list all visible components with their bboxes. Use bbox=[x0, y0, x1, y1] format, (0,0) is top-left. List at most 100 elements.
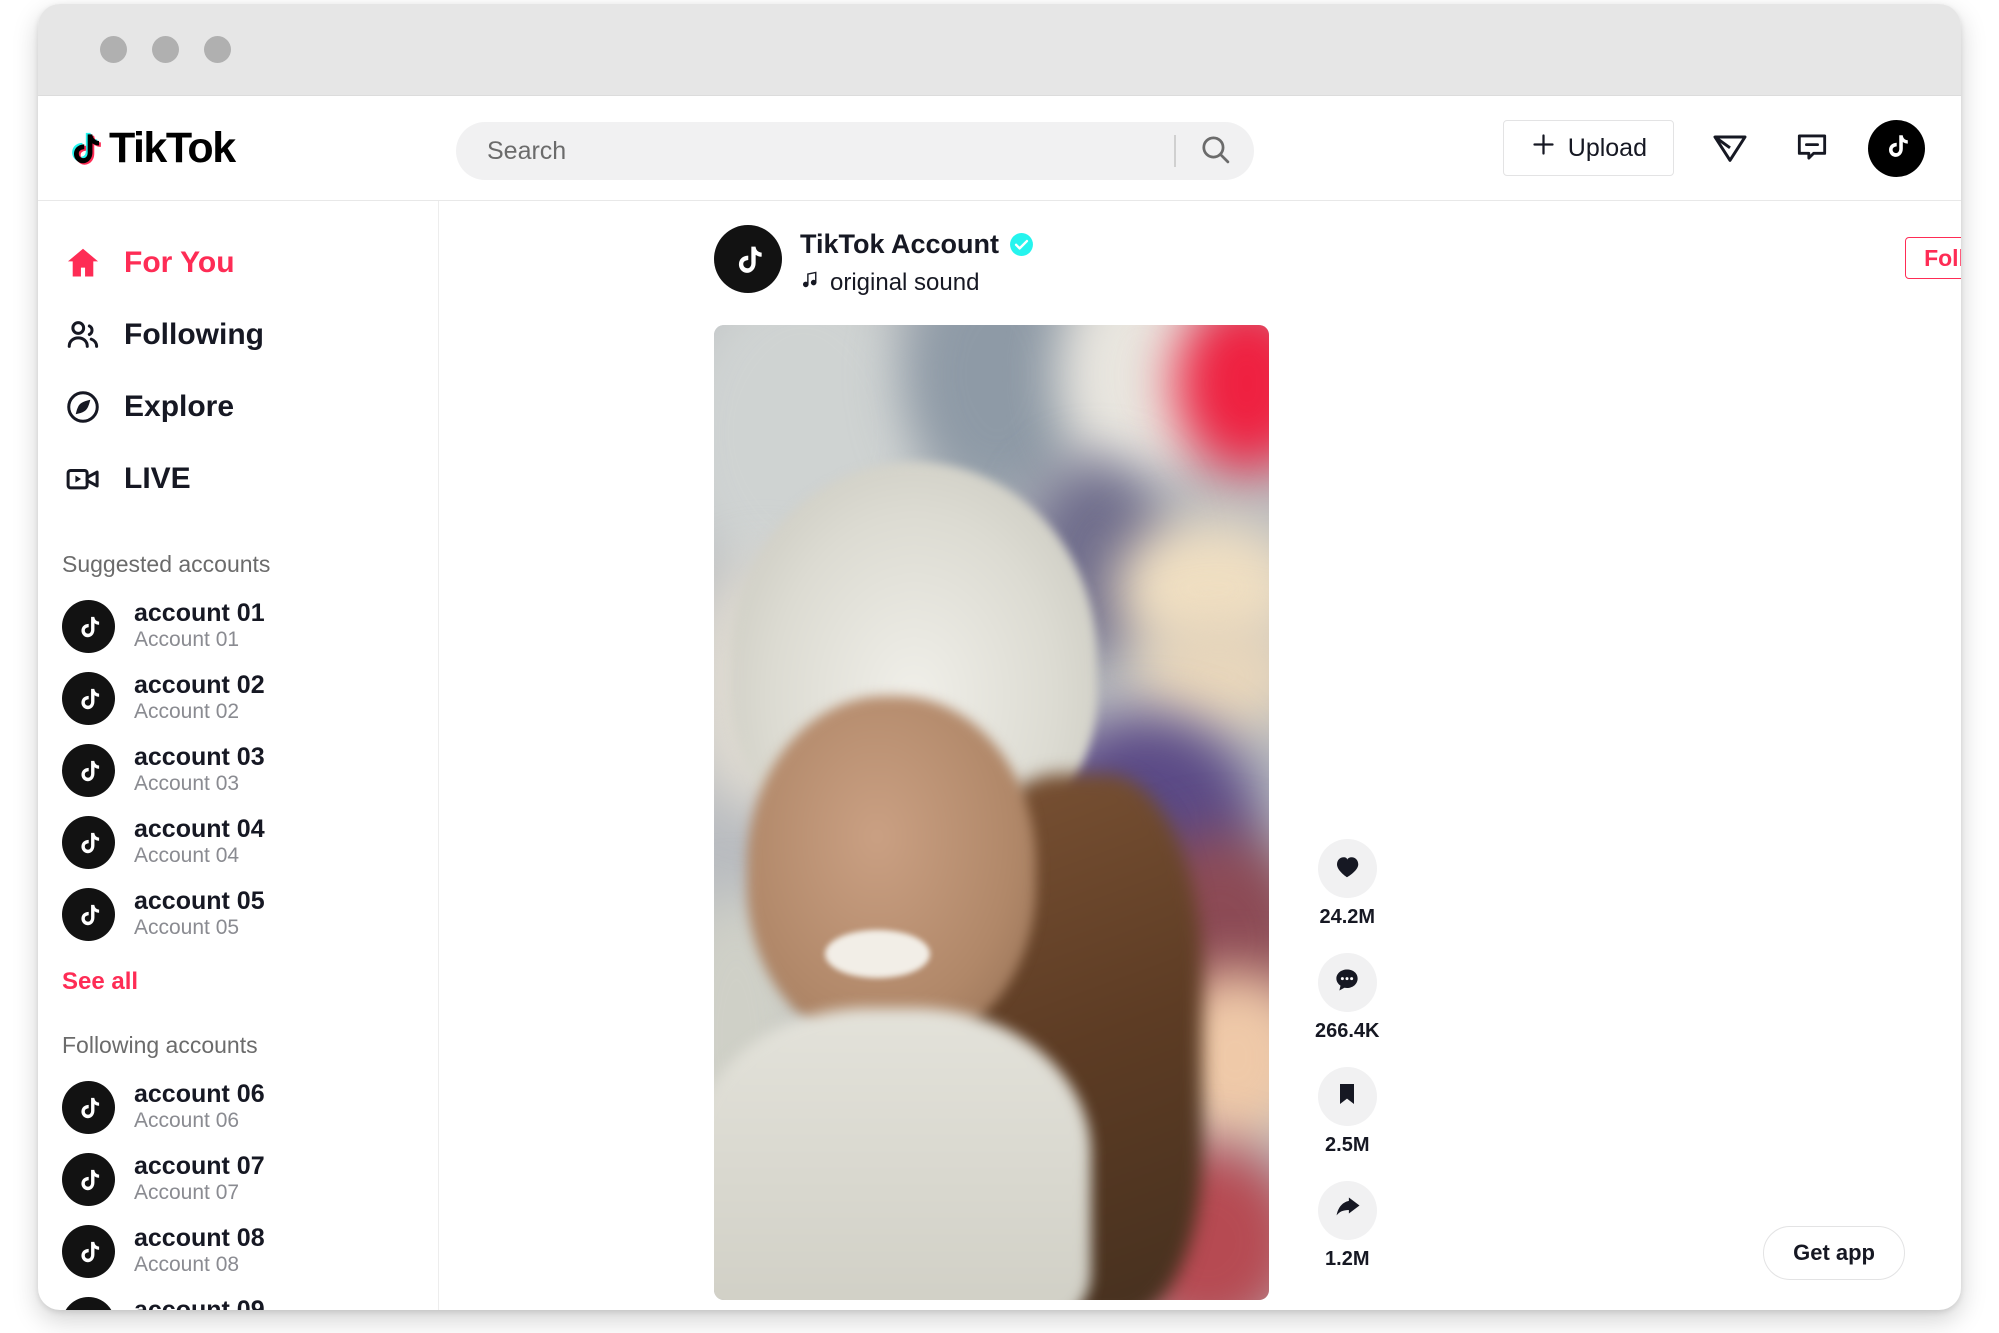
list-item[interactable]: account 02 Account 02 bbox=[62, 662, 438, 734]
account-username: account 05 bbox=[134, 887, 265, 917]
account-username: account 09 bbox=[134, 1296, 265, 1310]
sidebar-item-label: LIVE bbox=[124, 462, 191, 496]
sidebar-item-live[interactable]: LIVE bbox=[62, 443, 438, 515]
comment-icon bbox=[1332, 965, 1362, 1000]
sidebar-item-label: Following bbox=[124, 318, 264, 352]
verified-badge-icon bbox=[1009, 232, 1034, 257]
bookmark-count: 2.5M bbox=[1325, 1134, 1369, 1157]
account-display-name: Account 08 bbox=[134, 1253, 265, 1278]
post-author-avatar[interactable] bbox=[714, 225, 782, 293]
account-display-name: Account 04 bbox=[134, 844, 265, 869]
search-input[interactable] bbox=[456, 122, 1174, 180]
message-bubble-icon bbox=[1793, 128, 1831, 169]
list-item[interactable]: account 06 Account 06 bbox=[62, 1071, 438, 1143]
list-item[interactable]: account 05 Account 05 bbox=[62, 878, 438, 950]
post-sound-label: original sound bbox=[830, 269, 979, 297]
follow-button[interactable]: Follow bbox=[1905, 237, 1961, 279]
list-item[interactable]: account 01 Account 01 bbox=[62, 590, 438, 662]
avatar bbox=[62, 1081, 115, 1134]
tiktok-note-icon bbox=[1880, 129, 1913, 167]
send-message-button[interactable] bbox=[1704, 122, 1756, 174]
video-action-rail: 24.2M 266.4K bbox=[1315, 839, 1380, 1284]
app-body: For You Following Expl bbox=[38, 201, 1961, 1310]
account-display-name: Account 07 bbox=[134, 1181, 265, 1206]
post-header: TikTok Account bbox=[714, 225, 1961, 297]
live-video-icon bbox=[62, 458, 104, 500]
share-action: 1.2M bbox=[1318, 1181, 1377, 1284]
bookmark-icon bbox=[1333, 1080, 1361, 1113]
video-player[interactable] bbox=[714, 325, 1269, 1300]
account-display-name: Account 03 bbox=[134, 772, 265, 797]
see-all-link[interactable]: See all bbox=[62, 968, 438, 996]
list-item[interactable]: account 08 Account 08 bbox=[62, 1215, 438, 1287]
comment-button[interactable] bbox=[1318, 953, 1377, 1012]
suggested-accounts-title: Suggested accounts bbox=[62, 551, 438, 578]
upload-button-label: Upload bbox=[1568, 134, 1647, 163]
video-feed: TikTok Account bbox=[438, 201, 1961, 1310]
avatar bbox=[62, 600, 115, 653]
sidebar: For You Following Expl bbox=[38, 201, 438, 1310]
heart-icon bbox=[1332, 851, 1362, 886]
share-arrow-icon bbox=[1332, 1193, 1362, 1228]
avatar bbox=[62, 888, 115, 941]
list-item[interactable]: account 07 Account 07 bbox=[62, 1143, 438, 1215]
post-sound[interactable]: original sound bbox=[800, 269, 1034, 297]
browser-window: TikTok Upload bbox=[38, 4, 1961, 1310]
people-icon bbox=[62, 314, 104, 356]
post-meta: TikTok Account bbox=[800, 225, 1034, 297]
search-button[interactable] bbox=[1176, 122, 1254, 180]
following-accounts-title: Following accounts bbox=[62, 1032, 438, 1059]
account-username: account 06 bbox=[134, 1080, 265, 1110]
like-button[interactable] bbox=[1318, 839, 1377, 898]
tiktok-note-icon bbox=[62, 126, 106, 170]
video-stage: 24.2M 266.4K bbox=[714, 325, 1961, 1300]
avatar bbox=[62, 672, 115, 725]
window-close-button[interactable] bbox=[100, 36, 127, 63]
like-action: 24.2M bbox=[1318, 839, 1377, 942]
post-author-name[interactable]: TikTok Account bbox=[800, 229, 999, 260]
compass-icon bbox=[62, 386, 104, 428]
account-username: account 01 bbox=[134, 599, 265, 629]
tiktok-logo[interactable]: TikTok bbox=[62, 124, 362, 173]
video-subject-face bbox=[747, 696, 1036, 1047]
list-item[interactable]: account 03 Account 03 bbox=[62, 734, 438, 806]
account-display-name: Account 05 bbox=[134, 916, 265, 941]
window-minimize-button[interactable] bbox=[152, 36, 179, 63]
plus-icon bbox=[1530, 131, 1557, 165]
sidebar-item-explore[interactable]: Explore bbox=[62, 371, 438, 443]
search-bar[interactable] bbox=[456, 122, 1254, 180]
header-actions: Upload bbox=[1503, 120, 1925, 177]
tiktok-wordmark: TikTok bbox=[109, 124, 235, 173]
sidebar-item-label: For You bbox=[124, 246, 235, 280]
account-username: account 04 bbox=[134, 815, 265, 845]
profile-avatar[interactable] bbox=[1868, 120, 1925, 177]
paper-plane-icon bbox=[1710, 127, 1750, 170]
sidebar-item-label: Explore bbox=[124, 390, 234, 424]
avatar bbox=[62, 1225, 115, 1278]
video-frame-image bbox=[714, 325, 1269, 1300]
list-item[interactable]: account 04 Account 04 bbox=[62, 806, 438, 878]
home-icon bbox=[62, 242, 104, 284]
post-author-row: TikTok Account bbox=[800, 229, 1034, 260]
share-button[interactable] bbox=[1318, 1181, 1377, 1240]
share-count: 1.2M bbox=[1325, 1248, 1369, 1271]
window-maximize-button[interactable] bbox=[204, 36, 231, 63]
comment-action: 266.4K bbox=[1315, 953, 1380, 1056]
avatar bbox=[62, 816, 115, 869]
account-username: account 08 bbox=[134, 1224, 265, 1254]
inbox-button[interactable] bbox=[1786, 122, 1838, 174]
bookmark-action: 2.5M bbox=[1318, 1067, 1377, 1170]
list-item[interactable]: account 09 Account 09 bbox=[62, 1287, 438, 1310]
sidebar-item-for-you[interactable]: For You bbox=[62, 227, 438, 299]
account-display-name: Account 06 bbox=[134, 1109, 265, 1134]
avatar bbox=[62, 744, 115, 797]
sidebar-item-following[interactable]: Following bbox=[62, 299, 438, 371]
bookmark-button[interactable] bbox=[1318, 1067, 1377, 1126]
account-display-name: Account 02 bbox=[134, 700, 265, 725]
comment-count: 266.4K bbox=[1315, 1020, 1380, 1043]
search-icon bbox=[1199, 133, 1232, 169]
upload-button[interactable]: Upload bbox=[1503, 120, 1674, 176]
get-app-button[interactable]: Get app bbox=[1763, 1226, 1905, 1280]
account-username: account 02 bbox=[134, 671, 265, 701]
account-username: account 03 bbox=[134, 743, 265, 773]
